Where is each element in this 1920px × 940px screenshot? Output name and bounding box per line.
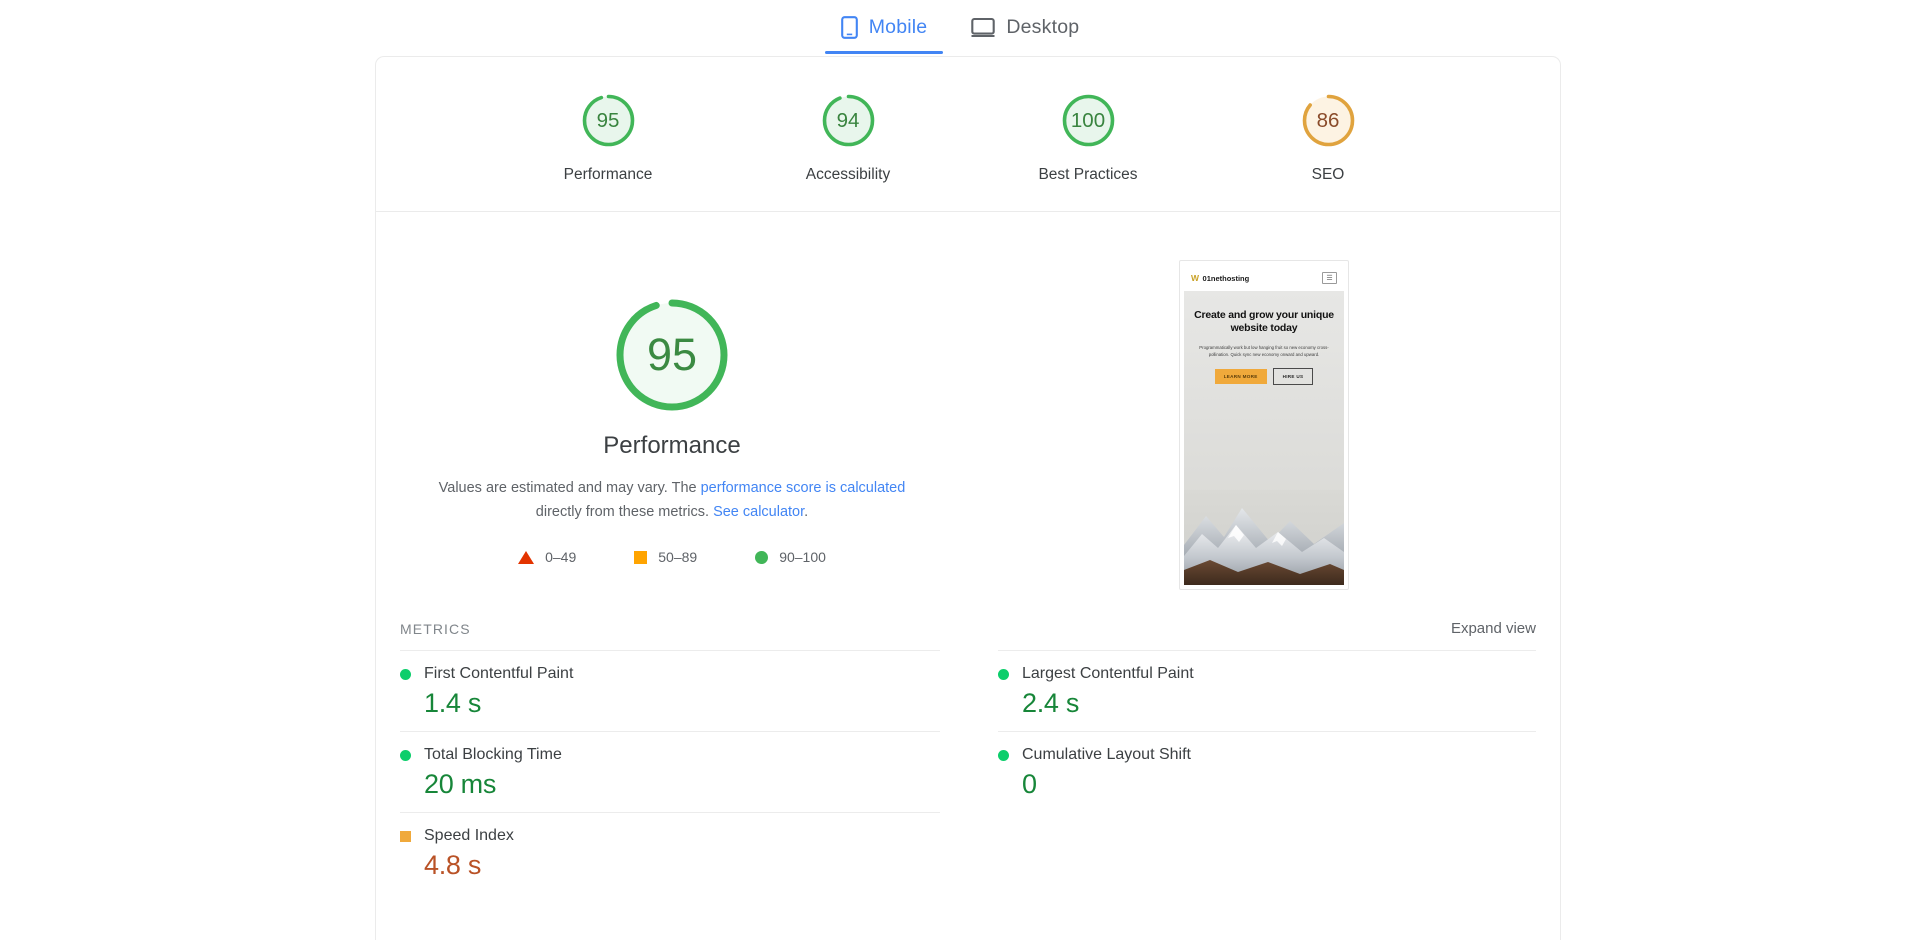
metric-label-line: Cumulative Layout Shift <box>998 746 1536 764</box>
description-text-1: Values are estimated and may vary. The <box>438 480 701 496</box>
legend-item-average: 50–89 <box>634 549 697 565</box>
metric-name: First Contentful Paint <box>424 665 574 682</box>
metric-cumulative-layout-shift[interactable]: Cumulative Layout Shift 0 <box>998 731 1536 812</box>
thumbnail-hire-us-button: HIRE US <box>1272 368 1314 385</box>
status-square-icon <box>400 830 411 842</box>
metrics-title: METRICS <box>400 620 471 637</box>
score-best-practices[interactable]: 100 Best Practices <box>1014 91 1162 184</box>
desktop-icon <box>971 17 996 38</box>
thumbnail-brand-name: 01nethosting <box>1202 273 1250 283</box>
thumbnail-content: W 01nethosting ☰ Create and grow your un… <box>1184 265 1344 585</box>
metric-total-blocking-time[interactable]: Total Blocking Time 20 ms <box>400 731 940 812</box>
triangle-icon <box>518 550 535 564</box>
performance-title: Performance <box>603 432 741 459</box>
legend-item-pass: 90–100 <box>755 549 826 565</box>
metric-value: 20 ms <box>424 769 497 799</box>
score-best-practices-label: Best Practices <box>1038 166 1138 183</box>
metric-name: Largest Contentful Paint <box>1022 665 1194 682</box>
status-circle-icon <box>400 668 411 680</box>
gauge-seo-value: 86 <box>1316 108 1340 132</box>
legend-fail-range: 0–49 <box>545 549 577 565</box>
gauge-performance-value: 95 <box>596 108 620 132</box>
status-circle-icon <box>400 749 411 761</box>
mobile-icon <box>840 15 858 39</box>
tab-mobile[interactable]: Mobile <box>819 0 950 54</box>
metrics-column-left: First Contentful Paint 1.4 s Total Block… <box>400 650 968 893</box>
thumbnail-brand: W 01nethosting <box>1191 273 1249 283</box>
description-text-3: . <box>804 504 809 520</box>
legend-average-range: 50–89 <box>658 549 698 565</box>
score-legend: 0–49 50–89 90–100 <box>518 549 826 565</box>
score-accessibility-label: Accessibility <box>805 166 891 183</box>
gauge-performance: 95 <box>579 91 638 150</box>
expand-view-button[interactable]: Expand view <box>1451 620 1536 637</box>
score-performance-label: Performance <box>563 166 653 183</box>
gauge-performance-large: 95 <box>611 294 733 416</box>
tab-desktop-label: Desktop <box>1006 15 1080 38</box>
metric-speed-index[interactable]: Speed Index 4.8 s <box>400 812 940 893</box>
metric-largest-contentful-paint[interactable]: Largest Contentful Paint 2.4 s <box>998 650 1536 731</box>
thumbnail-hero: Create and grow your unique website toda… <box>1184 291 1344 585</box>
gauge-performance-large-value: 95 <box>646 329 698 380</box>
gauge-seo: 86 <box>1299 91 1358 150</box>
gauge-accessibility-value: 94 <box>836 108 860 132</box>
thumbnail-body-text: Programmatically work but low hanging fr… <box>1199 345 1329 357</box>
legend-item-fail: 0–49 <box>518 549 576 565</box>
performance-summary: 95 Performance Values are estimated and … <box>376 212 1560 590</box>
metric-label-line: First Contentful Paint <box>400 665 940 683</box>
circle-icon <box>755 550 769 564</box>
metric-value: 1.4 s <box>424 688 482 718</box>
tab-mobile-label: Mobile <box>868 15 928 38</box>
metric-value: 0 <box>1022 769 1037 799</box>
performance-summary-right: W 01nethosting ☰ Create and grow your un… <box>968 250 1560 590</box>
metric-value: 2.4 s <box>1022 688 1080 718</box>
page-screenshot-thumbnail[interactable]: W 01nethosting ☰ Create and grow your un… <box>1179 260 1349 590</box>
thumbnail-mountain-image <box>1184 490 1344 585</box>
gauge-best-practices-value: 100 <box>1070 108 1106 132</box>
metric-name: Speed Index <box>424 827 514 844</box>
metrics-header: METRICS Expand view <box>376 590 1560 637</box>
metric-name: Total Blocking Time <box>424 746 562 763</box>
performance-summary-left: 95 Performance Values are estimated and … <box>376 250 968 565</box>
thumbnail-headline: Create and grow your unique website toda… <box>1194 309 1334 334</box>
score-seo-label: SEO <box>1311 166 1345 183</box>
gauge-accessibility: 94 <box>819 91 878 150</box>
hamburger-icon: ☰ <box>1322 272 1337 284</box>
description-text-2: directly from these metrics. <box>535 504 714 520</box>
metric-label-line: Total Blocking Time <box>400 746 940 764</box>
metrics-column-right: Largest Contentful Paint 2.4 s Cumulativ… <box>968 650 1536 893</box>
gauge-best-practices: 100 <box>1059 91 1118 150</box>
score-accessibility[interactable]: 94 Accessibility <box>774 91 922 184</box>
form-factor-tabs: Mobile Desktop <box>0 0 1920 55</box>
report-card: 95 Performance 94 Accessibility 100 Best… <box>375 56 1561 940</box>
status-circle-icon <box>998 668 1009 680</box>
status-circle-icon <box>998 749 1009 761</box>
thumbnail-site-header: W 01nethosting ☰ <box>1184 265 1344 291</box>
metric-label-line: Largest Contentful Paint <box>998 665 1536 683</box>
metric-value: 4.8 s <box>424 850 482 880</box>
legend-pass-range: 90–100 <box>779 549 826 565</box>
tab-desktop[interactable]: Desktop <box>949 0 1101 54</box>
performance-score-calculated-link[interactable]: performance score is calculated <box>701 480 906 496</box>
thumbnail-learn-more-button: LEARN MORE <box>1214 369 1267 384</box>
square-icon <box>634 550 648 564</box>
logo-icon: W <box>1191 273 1199 283</box>
thumbnail-cta-group: LEARN MORE HIRE US <box>1214 368 1314 385</box>
metric-label-line: Speed Index <box>400 827 940 845</box>
score-performance[interactable]: 95 Performance <box>534 91 682 184</box>
metrics-grid: First Contentful Paint 1.4 s Total Block… <box>376 650 1560 893</box>
tab-active-indicator <box>824 50 944 54</box>
pagespeed-insights-report: Mobile Desktop 95 Performance 94 Accessi… <box>0 0 1920 940</box>
metric-first-contentful-paint[interactable]: First Contentful Paint 1.4 s <box>400 650 940 731</box>
metric-name: Cumulative Layout Shift <box>1022 746 1191 763</box>
score-seo[interactable]: 86 SEO <box>1254 91 1402 184</box>
category-scores: 95 Performance 94 Accessibility 100 Best… <box>376 57 1560 184</box>
see-calculator-link[interactable]: See calculator <box>713 504 804 520</box>
performance-description: Values are estimated and may vary. The p… <box>432 476 912 524</box>
